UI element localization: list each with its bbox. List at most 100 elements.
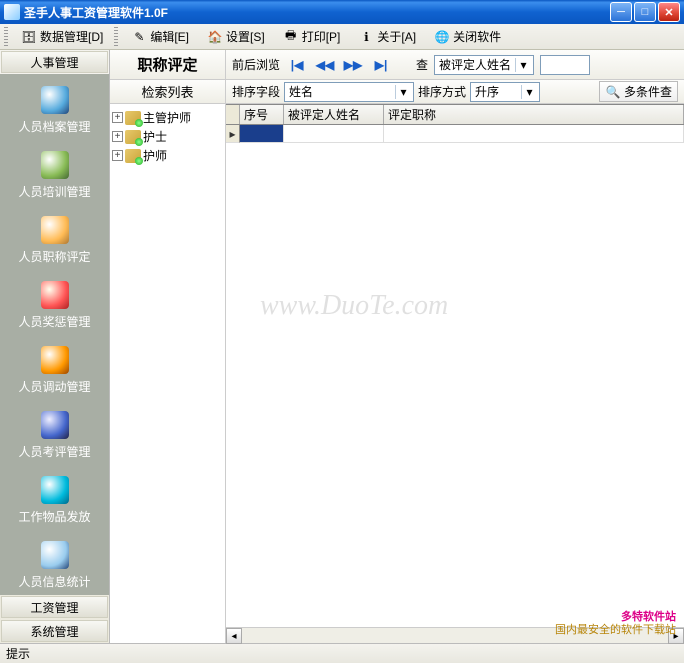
sidebar-item-goods[interactable]: 工作物品发放	[0, 468, 109, 533]
page-title: 职称评定	[110, 50, 226, 79]
sidebar-footer-system[interactable]: 系统管理	[1, 620, 108, 642]
cell-index[interactable]	[240, 125, 284, 143]
nav-next-button[interactable]: ▶▶	[342, 55, 364, 75]
menu-exit[interactable]: 🌐 关闭软件	[427, 25, 508, 48]
column-header-index[interactable]: 序号	[240, 105, 284, 124]
chevron-down-icon: ▾	[521, 85, 537, 99]
globe-icon: 🌐	[434, 29, 450, 45]
scroll-left-button[interactable]: ◂	[226, 628, 242, 644]
tree-node[interactable]: + 护士	[112, 127, 223, 146]
nav-last-button[interactable]: ▶|	[370, 55, 392, 75]
multi-filter-button[interactable]: 🔍 多条件查	[599, 81, 678, 102]
folder-icon	[125, 111, 141, 125]
sort-order-value: 升序	[475, 83, 517, 100]
grid-area: 序号 被评定人姓名 评定职称 ▸	[226, 104, 684, 627]
table-row[interactable]: ▸	[226, 125, 684, 143]
nav-prev-button[interactable]: ◀◀	[314, 55, 336, 75]
horizontal-scrollbar[interactable]: ◂ ▸	[226, 627, 684, 643]
menubar: 🗄 数据管理[D] ✎ 编辑[E] 🏠 设置[S] 🖶 打印[P] ℹ 关于[A…	[0, 24, 684, 50]
menu-label: 设置[S]	[226, 28, 265, 45]
folder-icon	[125, 149, 141, 163]
toolbar-grip	[4, 27, 8, 47]
content: 职称评定 前后浏览 |◀ ◀◀ ▶▶ ▶| 查 被评定人姓名 ▾ 检索列表	[110, 50, 684, 643]
row-indicator-icon: ▸	[226, 125, 240, 143]
menu-label: 打印[P]	[302, 28, 341, 45]
sidebar-item-label: 人员奖惩管理	[18, 313, 90, 330]
maximize-button[interactable]: □	[634, 2, 656, 22]
search-field-value: 被评定人姓名	[439, 56, 511, 73]
browse-label: 前后浏览	[232, 56, 280, 73]
review-icon	[41, 411, 69, 439]
nav-first-button[interactable]: |◀	[286, 55, 308, 75]
tree-node-label: 护士	[143, 128, 167, 145]
menu-label: 关于[A]	[377, 28, 416, 45]
main-area: 人事管理 人员档案管理 人员培训管理 人员职称评定 人员奖惩管理 人员调动管理	[0, 50, 684, 643]
reward-icon	[41, 281, 69, 309]
sort-order-select[interactable]: 升序 ▾	[470, 82, 540, 102]
tree-node-label: 护师	[143, 147, 167, 164]
tree-header: 检索列表	[110, 80, 225, 104]
content-body: 检索列表 + 主管护师 + 护士 + 护师	[110, 80, 684, 643]
stats-icon	[41, 541, 69, 569]
training-icon	[41, 151, 69, 179]
menu-settings[interactable]: 🏠 设置[S]	[200, 25, 272, 48]
sidebar: 人事管理 人员档案管理 人员培训管理 人员职称评定 人员奖惩管理 人员调动管理	[0, 50, 110, 643]
sidebar-item-label: 人员档案管理	[18, 118, 90, 135]
search-input[interactable]	[540, 55, 590, 75]
statusbar: 提示	[0, 643, 684, 663]
tree-node-label: 主管护师	[143, 109, 191, 126]
minimize-button[interactable]: ─	[610, 2, 632, 22]
sidebar-scroll: 人员档案管理 人员培训管理 人员职称评定 人员奖惩管理 人员调动管理 人员考评管…	[0, 74, 109, 595]
sidebar-item-reward[interactable]: 人员奖惩管理	[0, 273, 109, 338]
tree-node[interactable]: + 主管护师	[112, 108, 223, 127]
cell-name[interactable]	[284, 125, 384, 143]
tree-panel: 检索列表 + 主管护师 + 护士 + 护师	[110, 80, 226, 643]
sidebar-item-label: 工作物品发放	[18, 508, 90, 525]
menu-label: 数据管理[D]	[40, 28, 103, 45]
filter-icon: 🔍	[605, 84, 621, 100]
sidebar-item-label: 人员培训管理	[18, 183, 90, 200]
sidebar-item-transfer[interactable]: 人员调动管理	[0, 338, 109, 403]
sidebar-item-label: 人员职称评定	[18, 248, 90, 265]
tree-body: + 主管护师 + 护士 + 护师	[110, 104, 225, 643]
expand-icon[interactable]: +	[112, 150, 123, 161]
menu-edit[interactable]: ✎ 编辑[E]	[124, 25, 196, 48]
sidebar-item-training[interactable]: 人员培训管理	[0, 143, 109, 208]
tree-node[interactable]: + 护师	[112, 146, 223, 165]
grid-header: 序号 被评定人姓名 评定职称	[226, 105, 684, 125]
column-header-name[interactable]: 被评定人姓名	[284, 105, 384, 124]
sidebar-item-review[interactable]: 人员考评管理	[0, 403, 109, 468]
sort-field-select[interactable]: 姓名 ▾	[284, 82, 414, 102]
close-button[interactable]: ✕	[658, 2, 680, 22]
column-header-title[interactable]: 评定职称	[384, 105, 684, 124]
app-icon	[4, 4, 20, 20]
scroll-track[interactable]	[242, 628, 668, 643]
menu-label: 编辑[E]	[150, 28, 189, 45]
menu-print[interactable]: 🖶 打印[P]	[276, 25, 348, 48]
status-hint: 提示	[6, 645, 30, 662]
browse-toolbar: 前后浏览 |◀ ◀◀ ▶▶ ▶| 查 被评定人姓名 ▾	[226, 50, 684, 79]
home-icon: 🏠	[207, 29, 223, 45]
cell-title[interactable]	[384, 125, 684, 143]
sidebar-item-archive[interactable]: 人员档案管理	[0, 78, 109, 143]
search-label: 查	[416, 56, 428, 73]
scroll-right-button[interactable]: ▸	[668, 628, 684, 644]
expand-icon[interactable]: +	[112, 131, 123, 142]
sidebar-item-stats[interactable]: 人员信息统计	[0, 533, 109, 595]
multi-filter-label: 多条件查	[624, 83, 672, 100]
sidebar-item-label: 人员考评管理	[18, 443, 90, 460]
sidebar-item-title-eval[interactable]: 人员职称评定	[0, 208, 109, 273]
sort-order-label: 排序方式	[418, 83, 466, 100]
sidebar-header-hr[interactable]: 人事管理	[1, 51, 108, 73]
filter-bar: 排序字段 姓名 ▾ 排序方式 升序 ▾ 🔍 多条件查	[226, 80, 684, 104]
menu-about[interactable]: ℹ 关于[A]	[351, 25, 423, 48]
chevron-down-icon: ▾	[395, 85, 411, 99]
search-field-select[interactable]: 被评定人姓名 ▾	[434, 55, 534, 75]
row-indicator-header	[226, 105, 240, 124]
menu-data[interactable]: 🗄 数据管理[D]	[14, 25, 110, 48]
sidebar-footer-salary[interactable]: 工资管理	[1, 596, 108, 618]
expand-icon[interactable]: +	[112, 112, 123, 123]
print-icon: 🖶	[283, 29, 299, 45]
sort-field-value: 姓名	[289, 83, 391, 100]
grid-panel: 排序字段 姓名 ▾ 排序方式 升序 ▾ 🔍 多条件查	[226, 80, 684, 643]
